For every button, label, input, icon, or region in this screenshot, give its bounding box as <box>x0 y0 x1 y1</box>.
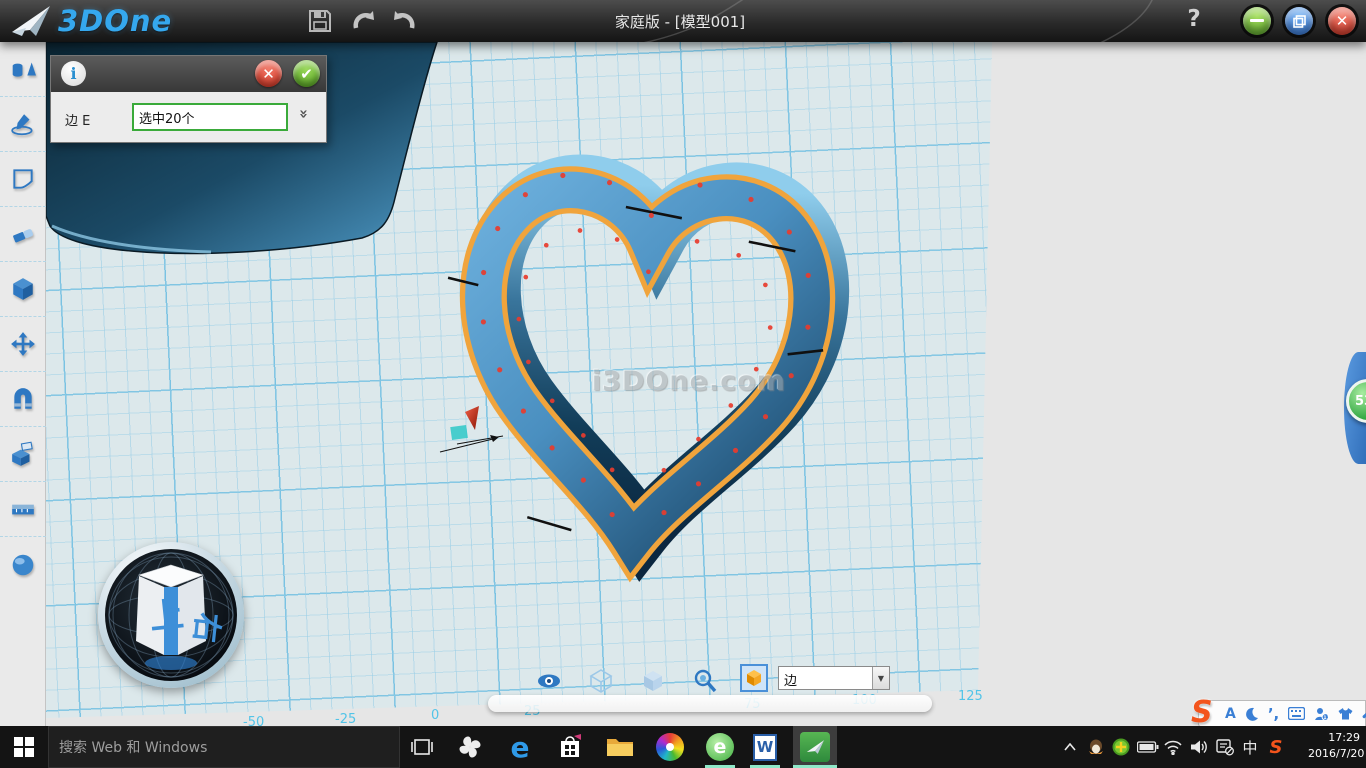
account-icon[interactable]: 11 <box>1314 707 1329 721</box>
app-360-browser[interactable] <box>648 726 692 768</box>
app-edge[interactable]: e <box>498 726 542 768</box>
moon-icon[interactable] <box>1245 707 1259 721</box>
primitives-icon[interactable] <box>0 42 46 97</box>
restore-button[interactable] <box>1285 7 1313 35</box>
minimize-button[interactable] <box>1243 7 1271 35</box>
selection-type-dropdown[interactable]: 边 ▼ <box>778 666 890 690</box>
dropdown-value: 边 <box>779 667 872 689</box>
tray-clock[interactable]: 17:29 2016/7/20 <box>1308 730 1360 762</box>
eraser-icon[interactable] <box>0 207 46 262</box>
tray-battery-icon[interactable] <box>1134 726 1162 768</box>
paper-plane-icon <box>805 738 825 756</box>
nav-face-top-label[interactable]: 上 <box>148 595 186 638</box>
screen: i3DOne.com -50 -25 0 25 75 100 125 <box>0 0 1366 768</box>
punctuation-icon[interactable]: ’, <box>1268 705 1279 723</box>
measure-icon[interactable] <box>0 482 46 537</box>
sogou-logo-icon[interactable]: S <box>1191 695 1213 730</box>
ime-mode-letter[interactable]: A <box>1225 706 1236 722</box>
keyboard-icon[interactable] <box>1288 707 1305 720</box>
app-logo: 3DOne <box>8 2 172 40</box>
axis-label: -25 <box>335 712 356 726</box>
axis-origin-marker <box>435 400 515 460</box>
3d-viewport[interactable]: i3DOne.com -50 -25 0 25 75 100 125 <box>46 42 1366 726</box>
tray-sogou-icon[interactable]: S <box>1262 726 1290 768</box>
confirm-button[interactable]: ✔ <box>293 60 320 87</box>
eye-icon[interactable] <box>536 668 562 694</box>
cancel-button[interactable]: ✕ <box>255 60 282 87</box>
undo-icon[interactable] <box>350 8 378 34</box>
windows-taskbar: 搜索 Web 和 Windows e <box>0 726 1366 768</box>
app-name: 3DOne <box>58 4 172 38</box>
document-title: 家庭版 - [模型001] <box>500 11 860 32</box>
redo-icon[interactable] <box>390 8 418 34</box>
tray-volume-icon[interactable] <box>1186 726 1212 768</box>
wrench-icon[interactable] <box>1362 707 1366 721</box>
save-icon[interactable] <box>306 8 334 34</box>
tray-wifi-icon[interactable] <box>1160 726 1186 768</box>
app-pinwheel-white[interactable] <box>448 726 492 768</box>
accelerator-value: 53 <box>1355 394 1366 409</box>
edge-field-label: 边 E <box>65 110 90 129</box>
axis-label: 0 <box>431 708 439 723</box>
magnet-assembly-icon[interactable] <box>0 372 46 427</box>
edge-selection-input[interactable] <box>132 103 288 131</box>
axis-label: 125 <box>958 689 983 704</box>
app-3done-active[interactable] <box>793 726 837 768</box>
skin-tshirt-icon[interactable] <box>1338 707 1353 720</box>
app-file-explorer[interactable] <box>598 726 642 768</box>
expand-more-icon[interactable]: » <box>295 109 313 119</box>
move-icon[interactable] <box>0 317 46 372</box>
tray-360-safe-icon[interactable] <box>1108 726 1134 768</box>
material-sphere-icon[interactable] <box>0 537 46 592</box>
close-button[interactable]: ✕ <box>1328 7 1356 35</box>
selection-filter-icon[interactable] <box>740 664 768 692</box>
app-word[interactable]: W <box>743 726 787 768</box>
info-icon: i <box>61 61 86 86</box>
help-button[interactable]: ? <box>1180 6 1208 32</box>
app-windows-store[interactable] <box>548 726 592 768</box>
feature-cube-icon[interactable] <box>0 262 46 317</box>
svg-text:11: 11 <box>1324 715 1330 721</box>
search-placeholder: 搜索 Web 和 Windows <box>59 737 207 757</box>
titlebar: 3DOne 家庭版 - [模型001] ? ✕ <box>0 0 1366 42</box>
view-navigation-cube[interactable]: 上 右 <box>98 542 244 688</box>
view-toolbar-capsule[interactable] <box>488 695 932 712</box>
zoom-magnifier-icon[interactable] <box>692 668 718 694</box>
clock-time: 17:29 <box>1308 730 1360 746</box>
axis-label: -50 <box>243 715 264 726</box>
wireframe-cube-icon[interactable] <box>588 668 614 694</box>
edge-selection-dialog: i ✕ ✔ 边 E » <box>50 55 327 143</box>
tray-qq-icon[interactable] <box>1084 726 1108 768</box>
nav-cube[interactable]: 上 右 <box>105 549 237 681</box>
tray-chevron-up-icon[interactable] <box>1058 726 1082 768</box>
sketch-icon[interactable] <box>0 97 46 152</box>
tool-sidebar <box>0 42 46 726</box>
dialog-header[interactable]: i ✕ ✔ <box>51 56 326 92</box>
tray-ime-indicator[interactable]: 中 <box>1238 726 1262 768</box>
shaded-cube-icon[interactable] <box>640 668 666 694</box>
nav-face-right-label[interactable]: 右 <box>187 611 225 644</box>
combine-icon[interactable] <box>0 427 46 482</box>
sogou-ime-toolbar: S A ’, 11 <box>1198 700 1366 727</box>
paper-plane-icon <box>8 2 52 40</box>
app-green-browser[interactable]: e <box>698 726 742 768</box>
surface-icon[interactable] <box>0 152 46 207</box>
watermark: i3DOne.com <box>592 366 786 397</box>
clock-date: 2016/7/20 <box>1308 746 1360 762</box>
tray-action-center-icon[interactable] <box>1212 726 1238 768</box>
chevron-down-icon[interactable]: ▼ <box>872 667 889 689</box>
start-button[interactable] <box>0 726 48 768</box>
taskbar-search[interactable]: 搜索 Web 和 Windows <box>48 726 400 768</box>
task-view-button[interactable] <box>400 726 444 768</box>
